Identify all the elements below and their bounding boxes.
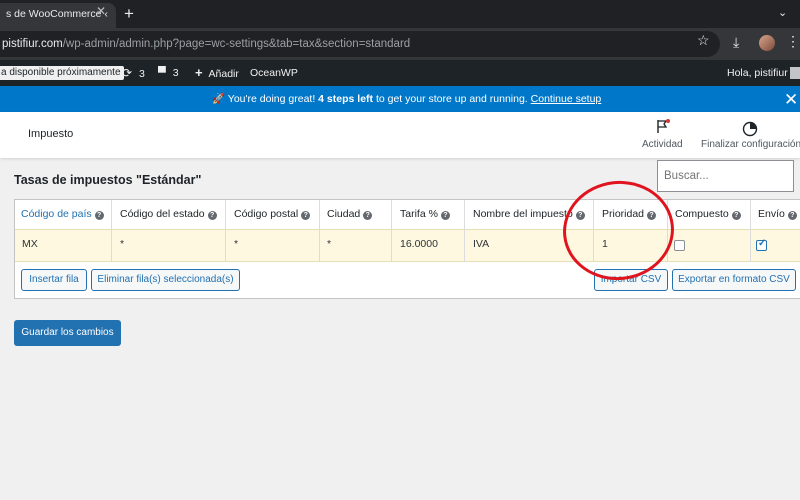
new-content-label: Añadir <box>208 68 239 80</box>
cell-country[interactable]: MX <box>22 238 38 250</box>
shipping-checkbox[interactable] <box>756 238 767 251</box>
header-city[interactable]: Ciudad? <box>327 208 373 220</box>
browser-tab-bar <box>0 0 800 28</box>
help-icon[interactable]: ? <box>440 211 450 220</box>
plus-icon: + <box>195 65 203 80</box>
notice-prefix: You're doing great! <box>225 93 319 105</box>
url-host: pistifiur.com <box>2 38 63 50</box>
woocommerce-header: Impuesto Actividad Finalizar configuraci… <box>0 112 800 158</box>
tab-title: s de WooCommerce ‹ <box>6 8 108 20</box>
oceanwp-item[interactable]: OceanWP <box>250 60 298 86</box>
continue-setup-link[interactable]: Continue setup <box>531 93 602 105</box>
page-title: Tasas de impuestos "Estándar" <box>14 173 202 187</box>
rocket-icon: 🚀 <box>212 93 226 105</box>
help-icon[interactable]: ? <box>301 211 311 220</box>
browser-toolbar: pistifiur.com/wp-admin/admin.php?page=wc… <box>0 28 800 60</box>
cell-postcode[interactable]: * <box>234 238 238 250</box>
new-tab-icon[interactable]: + <box>124 4 134 24</box>
help-icon[interactable]: ? <box>731 211 741 220</box>
search-input[interactable] <box>657 160 794 192</box>
download-icon[interactable]: ⤓ <box>733 34 739 51</box>
column-divider <box>464 200 465 262</box>
column-divider <box>750 200 751 262</box>
flag-icon[interactable] <box>655 118 671 134</box>
insert-row-button[interactable]: Insertar fila <box>21 269 87 291</box>
column-divider <box>391 200 392 262</box>
help-icon[interactable]: ? <box>787 211 797 220</box>
header-state-code[interactable]: Código del estado? <box>120 208 217 220</box>
cell-rate[interactable]: 16.0000 <box>400 238 438 250</box>
wp-admin-bar: a disponible próximamente ⟳ 3 ▀ 3 + Añad… <box>0 60 800 86</box>
url-path: /wp-admin/admin.php?page=wc-settings&tab… <box>62 38 411 50</box>
finish-setup-label[interactable]: Finalizar configuración <box>701 139 800 150</box>
comments-icon: ▀ <box>158 67 166 79</box>
activity-label[interactable]: Actividad <box>642 139 683 150</box>
export-csv-button[interactable]: Exportar en formato CSV <box>672 269 796 291</box>
column-divider <box>111 200 112 262</box>
header-country-code[interactable]: Código de país? <box>21 208 104 220</box>
page-header-title: Impuesto <box>28 128 74 140</box>
updates-item[interactable]: ⟳ 3 <box>122 60 145 87</box>
help-icon[interactable]: ? <box>94 211 104 220</box>
notice-text: 🚀 You're doing great! 4 steps left to ge… <box>212 86 601 112</box>
column-divider <box>225 200 226 262</box>
help-icon[interactable]: ? <box>363 211 373 220</box>
delete-rows-button[interactable]: Eliminar fila(s) seleccionada(s) <box>91 269 240 291</box>
header-rate[interactable]: Tarifa %? <box>400 208 450 220</box>
progress-ring-icon[interactable] <box>742 121 758 137</box>
help-icon[interactable]: ? <box>207 211 217 220</box>
new-content-item[interactable]: + Añadir <box>195 60 239 87</box>
notice-close-icon[interactable]: ✕ <box>784 87 798 113</box>
column-divider <box>319 200 320 262</box>
bookmark-star-icon[interactable]: ☆ <box>697 32 710 49</box>
updates-icon: ⟳ <box>122 66 133 80</box>
cell-tax-name[interactable]: IVA <box>473 238 489 250</box>
cell-city[interactable]: * <box>327 238 331 250</box>
save-changes-button[interactable]: Guardar los cambios <box>14 320 121 346</box>
comments-item[interactable]: ▀ 3 <box>158 60 179 86</box>
updates-count: 3 <box>138 68 145 80</box>
tab-close-icon[interactable]: ✕ <box>96 4 106 18</box>
address-bar[interactable]: pistifiur.com/wp-admin/admin.php?page=wc… <box>0 31 720 57</box>
compound-checkbox[interactable] <box>674 240 685 251</box>
header-compound[interactable]: Compuesto? <box>675 208 741 220</box>
notice-middle: to get your store up and running. <box>373 93 531 105</box>
user-greeting[interactable]: Hola, pistifiur <box>727 60 788 86</box>
setup-notice: 🚀 You're doing great! 4 steps left to ge… <box>0 86 800 112</box>
header-shipping[interactable]: Envío? <box>758 208 797 220</box>
notice-steps: 4 steps left <box>318 93 374 105</box>
browser-menu-icon[interactable]: ⋮ <box>786 33 800 50</box>
profile-avatar[interactable] <box>759 35 775 51</box>
header-postcode[interactable]: Código postal? <box>234 208 311 220</box>
tab-search-chevron-icon[interactable]: ⌄ <box>778 6 787 19</box>
site-name[interactable]: a disponible próximamente <box>0 66 124 80</box>
user-avatar[interactable] <box>790 67 800 79</box>
comments-count: 3 <box>172 67 179 79</box>
cell-state[interactable]: * <box>120 238 124 250</box>
